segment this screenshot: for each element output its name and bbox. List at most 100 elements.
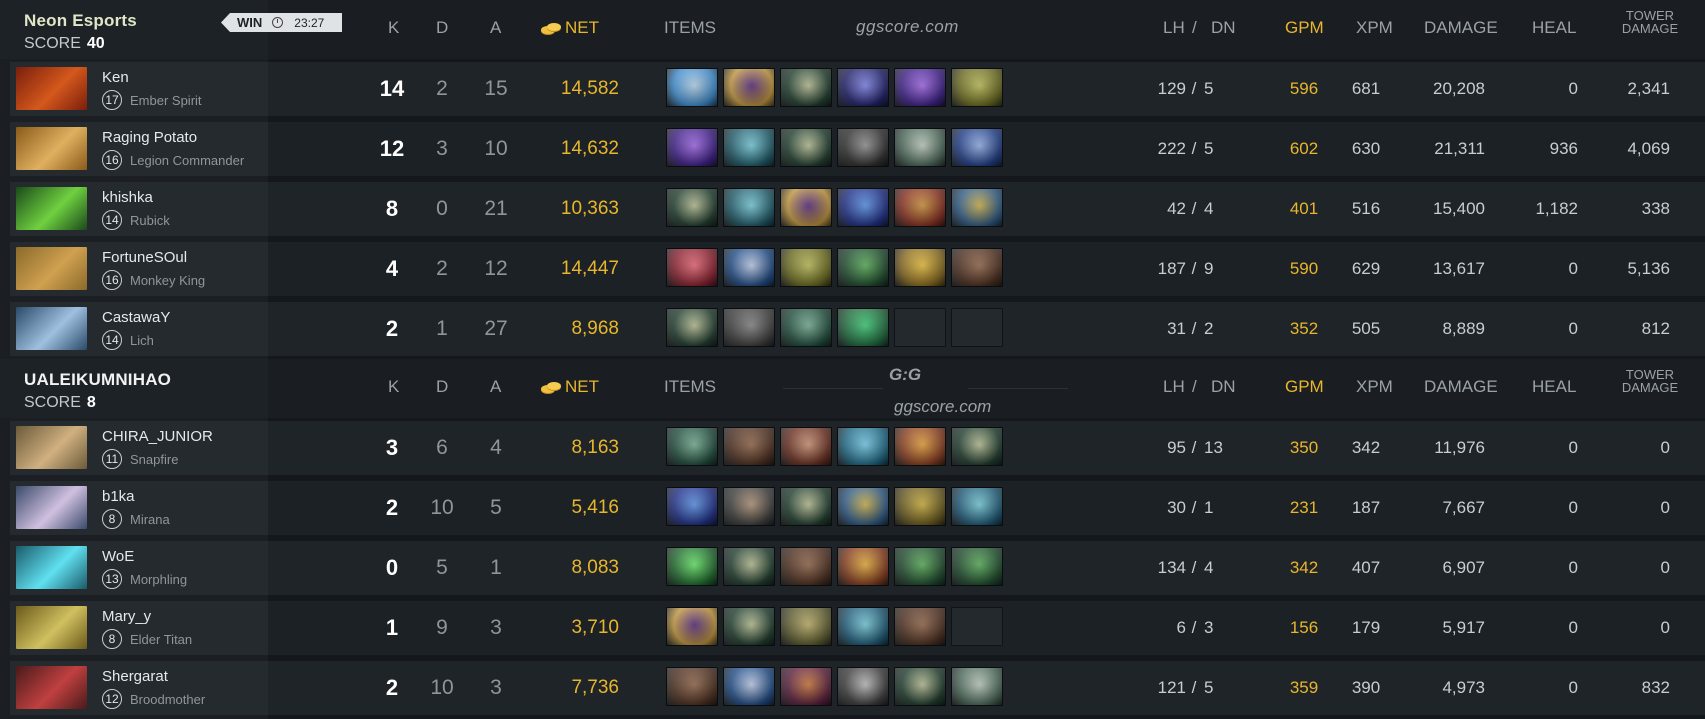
item-icon[interactable] xyxy=(666,188,718,227)
item-icon[interactable] xyxy=(780,248,832,287)
item-icon[interactable] xyxy=(723,607,775,646)
item-icon[interactable] xyxy=(951,128,1003,167)
player-card[interactable]: b1ka 8 Mirana xyxy=(10,481,268,535)
item-icon[interactable] xyxy=(780,308,832,347)
player-name[interactable]: Raging Potato xyxy=(102,129,197,146)
player-card[interactable]: CastawaY 14 Lich xyxy=(10,302,268,356)
hero-portrait xyxy=(16,67,87,110)
item-icon[interactable] xyxy=(837,308,889,347)
item-icon[interactable] xyxy=(837,667,889,706)
item-icon[interactable] xyxy=(723,308,775,347)
item-icon[interactable] xyxy=(837,188,889,227)
lh-dn-separator: / xyxy=(1191,79,1197,98)
item-icon[interactable] xyxy=(837,427,889,466)
heal-value: 0 xyxy=(1568,259,1578,278)
team-score: SCORE 8 xyxy=(24,394,96,412)
team-name: Neon Esports xyxy=(24,11,137,30)
item-icon[interactable] xyxy=(666,667,718,706)
item-icon[interactable] xyxy=(780,487,832,526)
item-icon[interactable] xyxy=(723,128,775,167)
item-icon[interactable] xyxy=(894,128,946,167)
item-icon[interactable] xyxy=(894,427,946,466)
item-icon[interactable] xyxy=(666,547,718,586)
item-icon[interactable] xyxy=(951,427,1003,466)
item-icon[interactable] xyxy=(723,427,775,466)
item-icon[interactable] xyxy=(666,68,718,107)
player-card[interactable]: Shergarat 12 Broodmother xyxy=(10,661,268,715)
player-name[interactable]: Shergarat xyxy=(102,668,168,685)
header-tower-line2: DAMAGE xyxy=(1621,21,1679,36)
item-icon[interactable] xyxy=(780,607,832,646)
item-icon[interactable] xyxy=(780,188,832,227)
watermark-line-left xyxy=(783,388,883,389)
item-icon[interactable] xyxy=(666,128,718,167)
item-icon[interactable] xyxy=(666,248,718,287)
item-icon[interactable] xyxy=(894,487,946,526)
player-name[interactable]: WoE xyxy=(102,548,134,565)
damage-value: 11,976 xyxy=(1434,438,1485,457)
player-name[interactable]: Ken xyxy=(102,69,129,86)
player-name[interactable]: b1ka xyxy=(102,488,135,505)
item-icon[interactable] xyxy=(723,547,775,586)
hero-name: Rubick xyxy=(130,213,170,228)
item-icon[interactable] xyxy=(894,667,946,706)
item-icon[interactable] xyxy=(723,487,775,526)
player-stats-row: 2 10 3 7,736 359 390 4,973 0 832 121/5 xyxy=(268,661,1705,715)
player-card[interactable]: Ken 17 Ember Spirit xyxy=(10,62,268,116)
player-name[interactable]: CHIRA_JUNIOR xyxy=(102,428,213,445)
item-icon[interactable] xyxy=(894,188,946,227)
player-card[interactable]: WoE 13 Morphling xyxy=(10,541,268,595)
item-icon[interactable] xyxy=(666,427,718,466)
item-icon[interactable] xyxy=(894,547,946,586)
item-icon[interactable] xyxy=(723,188,775,227)
item-icon[interactable] xyxy=(951,547,1003,586)
player-stats-row: 4 2 12 14,447 590 629 13,617 0 5,136 187/9 xyxy=(268,242,1705,296)
item-icon[interactable] xyxy=(951,248,1003,287)
hero-portrait xyxy=(16,307,87,350)
item-icon[interactable] xyxy=(951,68,1003,107)
item-icon[interactable] xyxy=(894,68,946,107)
hero-name: Legion Commander xyxy=(130,153,245,168)
item-icon[interactable] xyxy=(780,667,832,706)
xpm-value: 390 xyxy=(1351,678,1381,697)
player-name[interactable]: khishka xyxy=(102,189,153,206)
item-icon[interactable] xyxy=(723,68,775,107)
item-icon[interactable] xyxy=(951,487,1003,526)
item-icon[interactable] xyxy=(780,427,832,466)
player-card[interactable]: Mary_y 8 Elder Titan xyxy=(10,601,268,655)
item-icon[interactable] xyxy=(780,128,832,167)
player-name[interactable]: CastawaY xyxy=(102,309,170,326)
lh-dn-separator: / xyxy=(1191,618,1197,637)
header-xpm: XPM xyxy=(1356,18,1393,37)
hero-level: 17 xyxy=(102,90,122,110)
item-icon[interactable] xyxy=(951,667,1003,706)
item-icon[interactable] xyxy=(666,487,718,526)
item-icon[interactable] xyxy=(951,188,1003,227)
item-icon[interactable] xyxy=(780,547,832,586)
item-icon[interactable] xyxy=(780,68,832,107)
player-card[interactable]: khishka 14 Rubick xyxy=(10,182,268,236)
player-card[interactable]: Raging Potato 16 Legion Commander xyxy=(10,122,268,176)
item-icon[interactable] xyxy=(666,308,718,347)
item-icon[interactable] xyxy=(894,607,946,646)
watermark-logo: G:G xyxy=(889,365,922,384)
player-name[interactable]: FortuneSOul xyxy=(102,249,187,266)
item-icon[interactable] xyxy=(837,248,889,287)
player-stats-row: 0 5 1 8,083 342 407 6,907 0 0 134/4 xyxy=(268,541,1705,595)
hero-name: Ember Spirit xyxy=(130,93,202,108)
player-card[interactable]: CHIRA_JUNIOR 11 Snapfire xyxy=(10,421,268,475)
item-icon[interactable] xyxy=(837,128,889,167)
header-sep: / xyxy=(1192,18,1197,37)
item-icon[interactable] xyxy=(837,68,889,107)
team-name: UALEIKUMNIHAO xyxy=(24,370,172,389)
player-name[interactable]: Mary_y xyxy=(102,608,151,625)
item-icon[interactable] xyxy=(723,248,775,287)
item-icon[interactable] xyxy=(894,248,946,287)
item-icon[interactable] xyxy=(723,667,775,706)
item-icon[interactable] xyxy=(666,607,718,646)
player-card[interactable]: FortuneSOul 16 Monkey King xyxy=(10,242,268,296)
item-icon[interactable] xyxy=(837,547,889,586)
hero-name: Elder Titan xyxy=(130,632,193,647)
item-icon[interactable] xyxy=(837,487,889,526)
item-icon[interactable] xyxy=(837,607,889,646)
